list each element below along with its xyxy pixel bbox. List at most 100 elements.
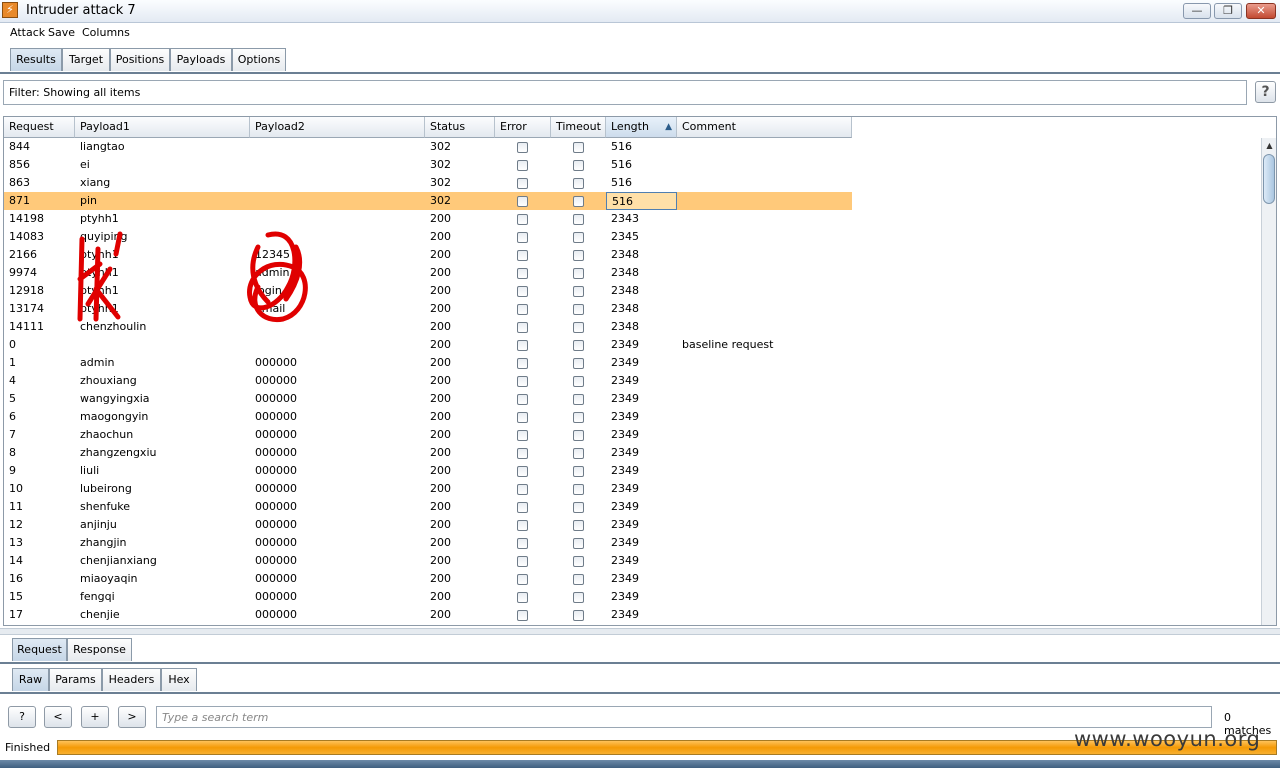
filter-bar[interactable]: Filter: Showing all items: [3, 80, 1247, 105]
menu-attack[interactable]: Attack: [10, 26, 45, 39]
table-row[interactable]: 863 xiang 302 516: [4, 174, 852, 192]
cell-comment: [677, 408, 852, 426]
table-row[interactable]: 8 zhangzengxiu 000000 200 2349: [4, 444, 852, 462]
cell-comment: [677, 462, 852, 480]
tab-response[interactable]: Response: [67, 638, 132, 661]
table-row[interactable]: 12 anjinju 000000 200 2349: [4, 516, 852, 534]
search-input[interactable]: [156, 706, 1212, 728]
window-title: Intruder attack 7: [26, 3, 136, 18]
error-checkbox: [517, 142, 528, 153]
table-row[interactable]: 9 liuli 000000 200 2349: [4, 462, 852, 480]
cell-payload2: [250, 192, 425, 210]
table-row[interactable]: 1 admin 000000 200 2349: [4, 354, 852, 372]
help-icon[interactable]: ?: [1255, 81, 1276, 103]
cell-length: 516: [611, 140, 632, 153]
column-header-request[interactable]: Request: [4, 117, 75, 138]
table-row[interactable]: 14083 quyiping 200 2345: [4, 228, 852, 246]
table-row[interactable]: 14198 ptyhh1 200 2343: [4, 210, 852, 228]
column-header-payload2[interactable]: Payload2: [250, 117, 425, 138]
search-prev-button[interactable]: <: [44, 706, 72, 728]
cell-payload1: lubeirong: [80, 482, 132, 495]
request-editor[interactable]: [3, 694, 1277, 700]
cell-payload2: 000000: [255, 500, 297, 513]
pane-splitter[interactable]: [0, 628, 1280, 635]
table-row[interactable]: 16 miaoyaqin 000000 200 2349: [4, 570, 852, 588]
tab-hex[interactable]: Hex: [161, 668, 197, 691]
error-checkbox: [517, 304, 528, 315]
table-row[interactable]: 871 pin 302 516: [4, 192, 852, 210]
tab-results[interactable]: Results: [10, 48, 62, 71]
tab-headers[interactable]: Headers: [102, 668, 161, 691]
cell-payload1: ptyhh1: [80, 212, 119, 225]
table-row[interactable]: 9974 ptyhh1 admin 200 2348: [4, 264, 852, 282]
cell-payload2: 000000: [255, 356, 297, 369]
column-header-error[interactable]: Error: [495, 117, 551, 138]
table-row[interactable]: 844 liangtao 302 516: [4, 138, 852, 156]
table-row[interactable]: 17 chenjie 000000 200 2349: [4, 606, 852, 624]
cell-payload1: chenjie: [80, 608, 120, 621]
vertical-scrollbar[interactable]: ▲: [1261, 138, 1276, 625]
cell-length: 2349: [611, 590, 639, 603]
sort-ascending-icon: ▲: [665, 122, 672, 132]
error-checkbox: [517, 322, 528, 333]
tab-target[interactable]: Target: [62, 48, 110, 71]
cell-payload2: 12345: [255, 248, 290, 261]
timeout-checkbox: [573, 304, 584, 315]
column-header-comment[interactable]: Comment: [677, 117, 852, 138]
table-row[interactable]: 856 ei 302 516: [4, 156, 852, 174]
table-row[interactable]: 14 chenjianxiang 000000 200 2349: [4, 552, 852, 570]
table-row[interactable]: 14111 chenzhoulin 200 2348: [4, 318, 852, 336]
cell-comment: [677, 210, 852, 228]
table-row[interactable]: 5 wangyingxia 000000 200 2349: [4, 390, 852, 408]
tab-options[interactable]: Options: [232, 48, 286, 71]
tab-positions[interactable]: Positions: [110, 48, 170, 71]
table-row[interactable]: 13 zhangjin 000000 200 2349: [4, 534, 852, 552]
cell-request: 8: [9, 446, 16, 459]
close-button[interactable]: ✕: [1246, 3, 1276, 19]
table-row[interactable]: 2166 ptyhh1 12345 200 2348: [4, 246, 852, 264]
column-header-payload1[interactable]: Payload1: [75, 117, 250, 138]
timeout-checkbox: [573, 574, 584, 585]
error-checkbox: [517, 592, 528, 603]
scroll-thumb[interactable]: [1263, 154, 1275, 204]
menu-columns[interactable]: Columns: [82, 26, 130, 39]
search-next-button[interactable]: >: [118, 706, 146, 728]
cell-request: 1: [9, 356, 16, 369]
timeout-checkbox: [573, 430, 584, 441]
table-row[interactable]: 13174 ptyhh1 email 200 2348: [4, 300, 852, 318]
cell-payload1: quyiping: [80, 230, 128, 243]
minimize-button[interactable]: —: [1183, 3, 1211, 19]
column-header-status[interactable]: Status: [425, 117, 495, 138]
cell-request: 9974: [9, 266, 37, 279]
error-checkbox: [517, 358, 528, 369]
tab-payloads[interactable]: Payloads: [170, 48, 232, 71]
menu-save[interactable]: Save: [48, 26, 75, 39]
scroll-up-icon[interactable]: ▲: [1262, 138, 1276, 153]
table-row[interactable]: 15 fengqi 000000 200 2349: [4, 588, 852, 606]
table-row[interactable]: 4 zhouxiang 000000 200 2349: [4, 372, 852, 390]
table-row[interactable]: 10 lubeirong 000000 200 2349: [4, 480, 852, 498]
cell-status: 200: [430, 374, 451, 387]
table-row[interactable]: 0 200 2349 baseline request: [4, 336, 852, 354]
tab-request[interactable]: Request: [12, 638, 67, 661]
column-header-timeout[interactable]: Timeout: [551, 117, 606, 138]
tab-params[interactable]: Params: [49, 668, 102, 691]
column-header-length[interactable]: Length ▲: [606, 117, 677, 138]
table-row[interactable]: 6 maogongyin 000000 200 2349: [4, 408, 852, 426]
table-row[interactable]: 7 zhaochun 000000 200 2349: [4, 426, 852, 444]
tab-raw[interactable]: Raw: [12, 668, 49, 691]
maximize-button[interactable]: ❐: [1214, 3, 1242, 19]
cell-payload2: 000000: [255, 590, 297, 603]
timeout-checkbox: [573, 394, 584, 405]
error-checkbox: [517, 394, 528, 405]
timeout-checkbox: [573, 214, 584, 225]
table-row[interactable]: 11 shenfuke 000000 200 2349: [4, 498, 852, 516]
table-row[interactable]: 12918 ptyhh1 login 200 2348: [4, 282, 852, 300]
search-help-button[interactable]: ?: [8, 706, 36, 728]
timeout-checkbox: [573, 160, 584, 171]
cell-payload1: wangyingxia: [80, 392, 150, 405]
timeout-checkbox: [573, 340, 584, 351]
cell-payload1: chenjianxiang: [80, 554, 157, 567]
search-add-button[interactable]: +: [81, 706, 109, 728]
cell-request: 7: [9, 428, 16, 441]
